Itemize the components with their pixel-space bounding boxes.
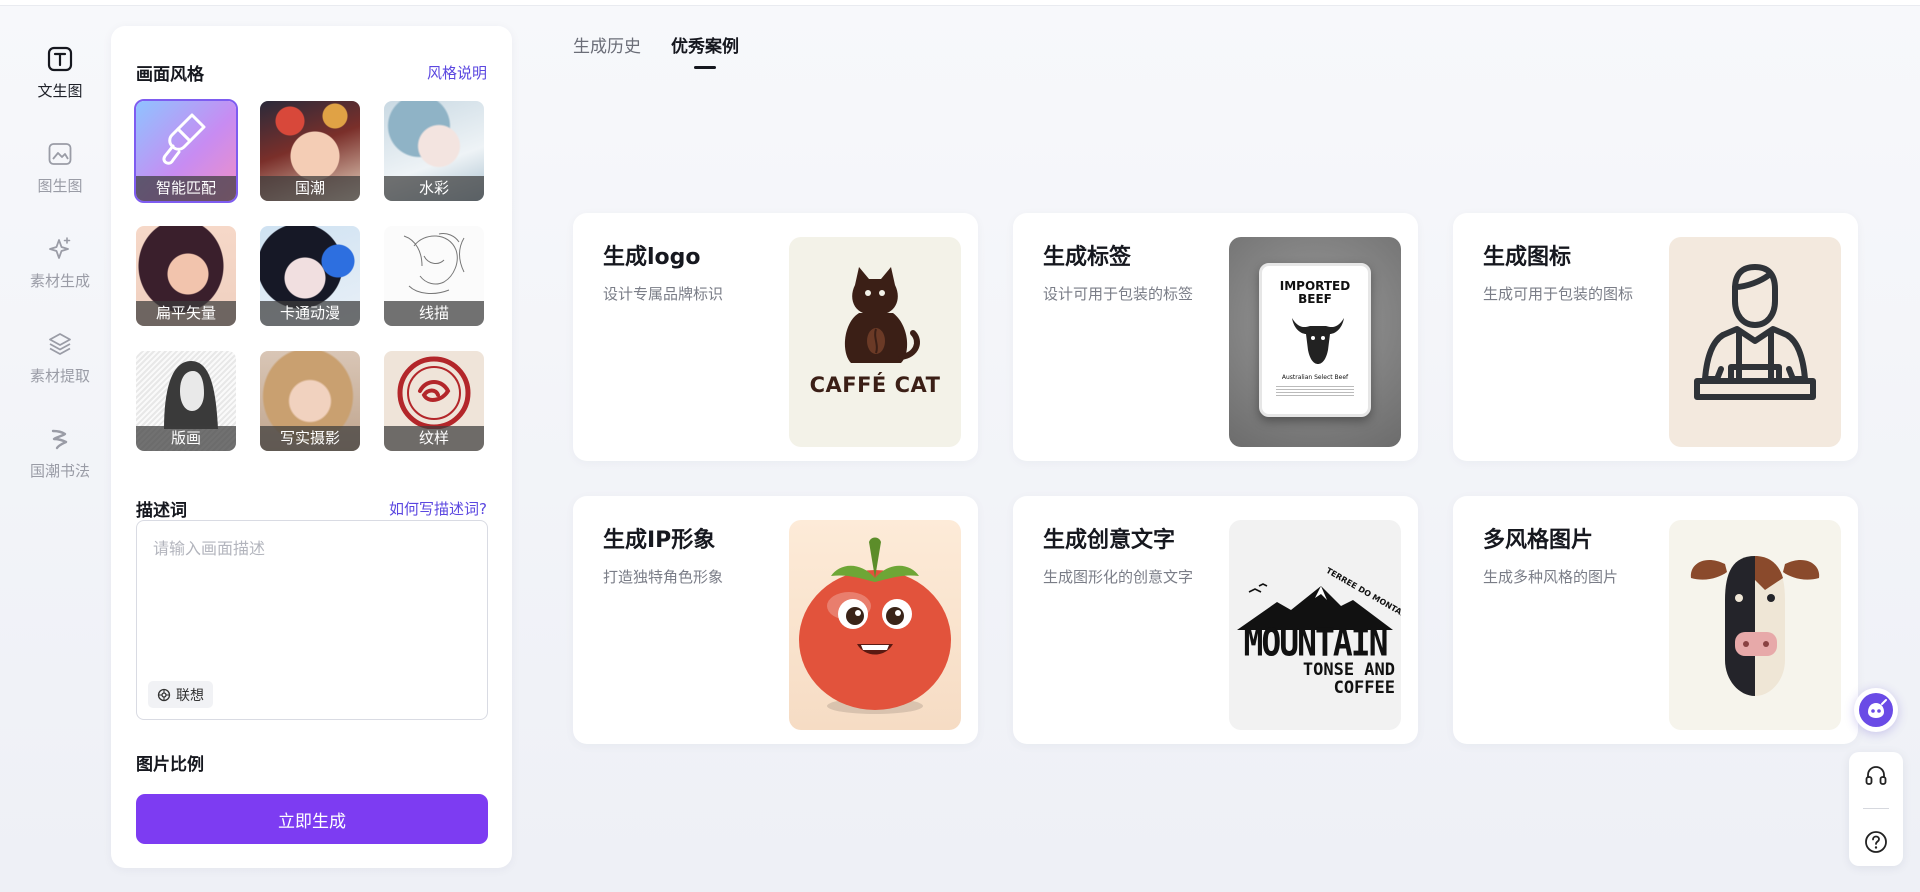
nav-label: 图生图 xyxy=(37,177,83,195)
nav-material-extract[interactable]: 素材提取 xyxy=(0,315,120,410)
example-card-logo[interactable]: 生成logo 设计专属品牌标识 CAFFÉ CAT xyxy=(573,213,978,461)
card-thumbnail xyxy=(789,520,961,730)
style-option-line-art[interactable]: 线描 xyxy=(384,226,484,326)
creative-sub-text-1: TONSE AND xyxy=(1302,660,1395,680)
card-description: 生成可用于包装的图标 xyxy=(1483,285,1634,303)
help-icon xyxy=(1865,830,1887,853)
description-input[interactable] xyxy=(153,535,471,655)
creative-main-text: MOUNTAIN xyxy=(1243,620,1389,665)
nav-text-to-image[interactable]: 文生图 xyxy=(0,30,120,125)
nav-label: 素材提取 xyxy=(29,367,90,385)
associate-button[interactable]: 联想 xyxy=(148,681,213,708)
text-to-image-icon xyxy=(45,44,75,74)
image-to-image-icon xyxy=(45,139,75,169)
style-help-link[interactable]: 风格说明 xyxy=(427,62,487,83)
card-title: 生成图标 xyxy=(1483,245,1572,270)
tab-history[interactable]: 生成历史 xyxy=(573,32,641,69)
style-label: 线描 xyxy=(384,301,484,326)
style-option-pattern[interactable]: 纹样 xyxy=(384,351,484,451)
example-card-multi-style[interactable]: 多风格图片 生成多种风格的图片 xyxy=(1453,496,1858,744)
card-description: 生成图形化的创意文字 xyxy=(1043,568,1194,586)
description-box: 联想 xyxy=(136,520,488,720)
cat-logo-icon xyxy=(844,267,920,363)
style-option-flat-vector[interactable]: 扁平矢量 xyxy=(136,226,236,326)
style-label: 卡通动漫 xyxy=(260,301,360,326)
style-option-watercolor[interactable]: 水彩 xyxy=(384,101,484,201)
ai-assistant-button[interactable] xyxy=(1854,688,1898,732)
card-description: 打造独特角色形象 xyxy=(603,568,724,586)
style-option-cartoon[interactable]: 卡通动漫 xyxy=(260,226,360,326)
nav-label: 国潮书法 xyxy=(29,462,90,480)
card-description: 生成多种风格的图片 xyxy=(1483,568,1619,586)
style-label: 版画 xyxy=(136,426,236,451)
cow-icon xyxy=(1690,556,1820,696)
calligraphy-icon xyxy=(45,424,75,454)
associate-label: 联想 xyxy=(176,687,204,704)
generation-panel: 画面风格 风格说明 智能匹配 国潮 水彩 扁平矢量 卡通动漫 线描 版画 写实摄… xyxy=(111,26,512,868)
tab-examples[interactable]: 优秀案例 xyxy=(671,32,739,69)
ratio-title: 图片比例 xyxy=(136,755,204,775)
tomato-character-icon xyxy=(799,537,951,714)
card-title: 多风格图片 xyxy=(1483,528,1594,553)
card-title: 生成标签 xyxy=(1043,245,1132,270)
help-button[interactable] xyxy=(1860,826,1892,858)
side-nav: 文生图 图生图 素材生成 素材提取 国潮书法 xyxy=(0,30,120,505)
floating-help-panel xyxy=(1849,752,1903,866)
card-description: 设计可用于包装的标签 xyxy=(1043,285,1194,303)
headset-icon xyxy=(1865,766,1887,786)
description-help-link[interactable]: 如何写描述词? xyxy=(389,498,487,519)
generate-button[interactable]: 立即生成 xyxy=(136,794,488,844)
content-tabs: 生成历史 优秀案例 xyxy=(573,32,739,69)
card-thumbnail xyxy=(1669,520,1841,730)
nav-material-generate[interactable]: 素材生成 xyxy=(0,220,120,315)
style-grid: 智能匹配 国潮 水彩 扁平矢量 卡通动漫 线描 版画 写实摄影 纹样 xyxy=(134,99,488,451)
top-bar xyxy=(0,0,1920,6)
label-headline: IMPORTED BEEF xyxy=(1279,279,1351,306)
style-title: 画面风格 xyxy=(136,65,204,85)
ratio-header: 图片比例 xyxy=(136,750,487,775)
style-label: 纹样 xyxy=(384,426,484,451)
style-header: 画面风格 风格说明 xyxy=(136,60,487,85)
label-subtext: Australian Select Beef xyxy=(1281,374,1349,381)
chef-icon xyxy=(1694,264,1816,400)
card-title: 生成IP形象 xyxy=(603,528,716,553)
style-label: 写实摄影 xyxy=(260,426,360,451)
description-header: 描述词 如何写描述词? xyxy=(136,496,487,521)
style-label: 扁平矢量 xyxy=(136,301,236,326)
card-thumbnail: CAFFÉ CAT xyxy=(789,237,961,447)
example-card-ip[interactable]: 生成IP形象 打造独特角色形象 xyxy=(573,496,978,744)
style-option-smart[interactable]: 智能匹配 xyxy=(134,99,238,203)
style-label: 水彩 xyxy=(384,176,484,201)
layers-icon xyxy=(45,329,75,359)
card-title: 生成创意文字 xyxy=(1043,528,1176,553)
brush-icon xyxy=(162,113,206,165)
card-thumbnail xyxy=(1669,237,1841,447)
nav-label: 素材生成 xyxy=(29,272,90,290)
creative-sub-text-2: COFFEE xyxy=(1333,678,1395,698)
logo-text: CAFFÉ CAT xyxy=(809,373,941,397)
card-thumbnail: TERREE DO MONTAIN MOUNTAIN TONSE AND COF… xyxy=(1229,520,1401,730)
bull-head-icon xyxy=(1292,318,1344,364)
style-option-photo[interactable]: 写实摄影 xyxy=(260,351,360,451)
description-title: 描述词 xyxy=(136,501,187,521)
assistant-bot-icon xyxy=(1859,693,1893,727)
card-thumbnail: IMPORTED BEEF Australian Select Beef xyxy=(1229,237,1401,447)
nav-calligraphy[interactable]: 国潮书法 xyxy=(0,410,120,505)
style-label: 智能匹配 xyxy=(136,176,236,201)
example-card-creative-text[interactable]: 生成创意文字 生成图形化的创意文字 TERREE DO MONTAIN MOUN… xyxy=(1013,496,1418,744)
card-title: 生成logo xyxy=(603,245,701,270)
customer-service-button[interactable] xyxy=(1860,760,1892,792)
example-card-icon[interactable]: 生成图标 生成可用于包装的图标 xyxy=(1453,213,1858,461)
style-option-guochao[interactable]: 国潮 xyxy=(260,101,360,201)
style-option-printmaking[interactable]: 版画 xyxy=(136,351,236,451)
card-description: 设计专属品牌标识 xyxy=(603,285,724,303)
divider xyxy=(1863,808,1889,810)
label-mockup: IMPORTED BEEF Australian Select Beef xyxy=(1259,263,1371,417)
nav-image-to-image[interactable]: 图生图 xyxy=(0,125,120,220)
style-label: 国潮 xyxy=(260,176,360,201)
example-card-label[interactable]: 生成标签 设计可用于包装的标签 IMPORTED BEEF Australian… xyxy=(1013,213,1418,461)
nav-label: 文生图 xyxy=(37,82,83,100)
associate-icon xyxy=(157,688,171,701)
sparkle-icon xyxy=(45,234,75,264)
